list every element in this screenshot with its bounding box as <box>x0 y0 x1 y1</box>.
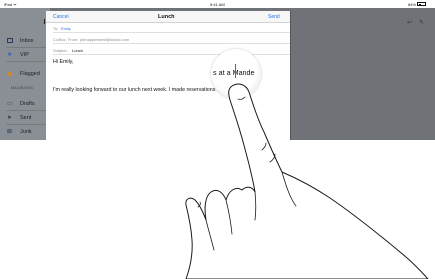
reply-icon[interactable]: ↩ <box>407 19 412 26</box>
send-button[interactable]: Send <box>268 14 280 20</box>
battery-icon <box>417 2 426 6</box>
text-magnifier-loupe: s at a Mande <box>211 49 261 99</box>
cc-from-label: Cc/Bcc, From: <box>53 36 79 42</box>
junk-icon: ⊠ <box>7 129 13 135</box>
carrier-wifi: iPad ᯤ <box>4 1 17 7</box>
magnified-text: s at a Mande <box>213 68 255 77</box>
status-bar: iPad ᯤ 9:41 AM 84% <box>0 0 435 8</box>
cc-from-field[interactable]: Cc/Bcc, From: johnappleseed@icloud.com <box>53 33 290 44</box>
to-label: To: <box>53 25 59 31</box>
sidebar-item-junk[interactable]: ⊠ Junk <box>0 126 50 137</box>
sidebar-item-drafts[interactable]: ▭ Drafts <box>0 98 50 109</box>
sidebar-item-label: VIP <box>20 51 29 58</box>
sidebar-item-sent[interactable]: ➤ Sent <box>0 112 50 123</box>
star-icon: ★ <box>7 52 13 58</box>
subject-label: Subject: <box>53 47 68 53</box>
from-address: johnappleseed@icloud.com <box>80 36 130 42</box>
to-recipient[interactable]: Emily <box>61 26 71 31</box>
compose-icon[interactable]: ✎ <box>419 19 424 26</box>
sent-icon: ➤ <box>7 115 13 121</box>
sidebar-item-label: Drafts <box>20 100 35 107</box>
body-greeting[interactable]: Hi Emily, <box>53 59 74 65</box>
sidebar-item-label: Junk <box>20 128 32 135</box>
mailbox-sidebar: Inbox ★ VIP Flagged MAILBOXES ▭ Drafts ➤… <box>0 8 50 140</box>
compose-title: Lunch <box>158 14 175 20</box>
status-time: 9:41 AM <box>210 1 225 7</box>
sidebar-item-label: Inbox <box>20 37 34 44</box>
mailboxes-section-title: MAILBOXES <box>11 86 34 90</box>
compose-sheet-edge <box>290 11 291 140</box>
draft-icon: ▭ <box>7 101 13 107</box>
sidebar-item-vip[interactable]: ★ VIP <box>0 49 50 60</box>
insertion-caret <box>235 64 236 78</box>
inbox-icon <box>7 38 13 43</box>
cancel-button[interactable]: Cancel <box>53 14 69 20</box>
battery-percent: 84% <box>408 1 417 7</box>
sidebar-item-inbox[interactable]: Inbox <box>0 35 50 46</box>
sidebar-item-label: Flagged <box>20 70 40 77</box>
subject-value[interactable]: Lunch <box>72 48 83 53</box>
to-field[interactable]: To: Emily <box>53 22 290 33</box>
sidebar-item-flagged[interactable]: Flagged <box>0 68 50 79</box>
flag-dot-icon <box>8 71 12 76</box>
sidebar-item-label: Sent <box>20 114 32 121</box>
subject-field[interactable]: Subject: Lunch <box>53 44 290 55</box>
